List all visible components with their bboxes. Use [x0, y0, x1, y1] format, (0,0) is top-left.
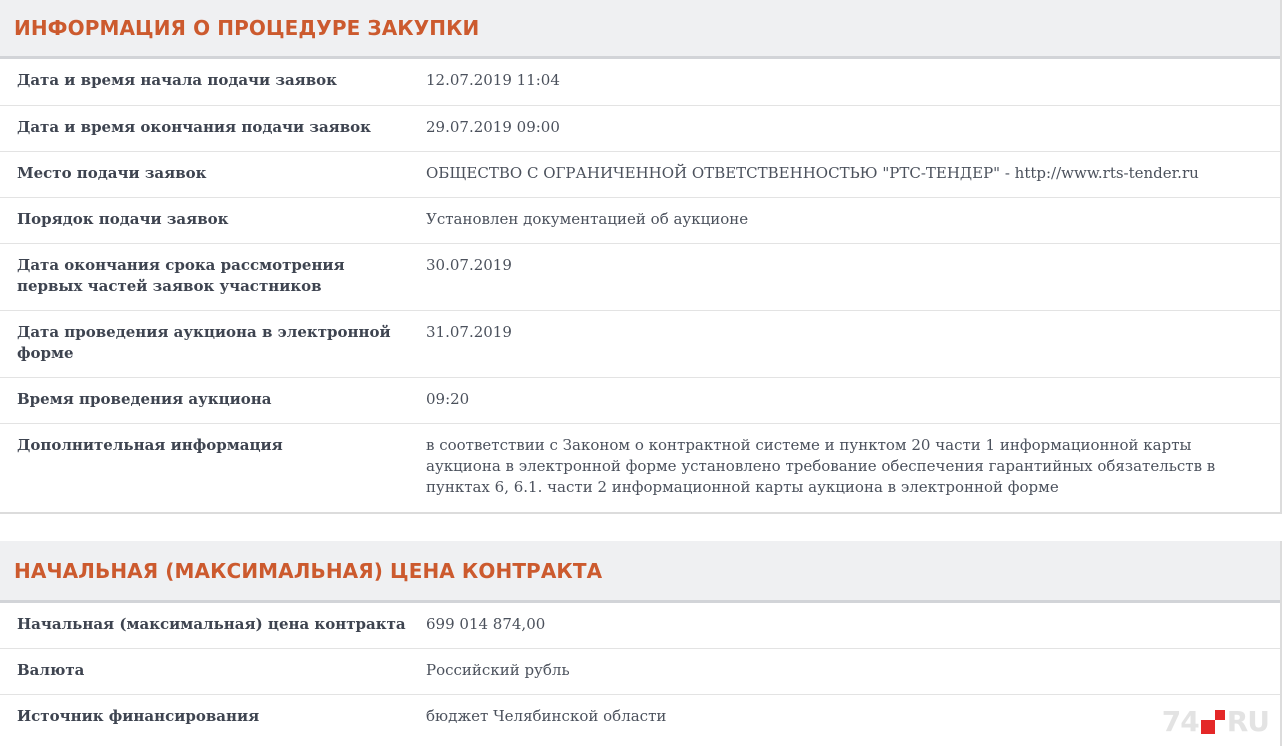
row-label: Дата окончания срока рассмотрения первых… [17, 256, 345, 295]
row-value: Российский рубль [426, 661, 570, 679]
table-row-start-date: Дата и время начала подачи заявок 12.07.… [0, 59, 1280, 106]
table-row-currency: Валюта Российский рубль [0, 649, 1280, 695]
row-value: ОБЩЕСТВО С ОГРАНИЧЕННОЙ ОТВЕТСТВЕННОСТЬЮ… [426, 164, 1199, 182]
row-value: 29.07.2019 09:00 [426, 118, 560, 136]
logo-squares-icon [1200, 709, 1225, 734]
procurement-info-section: ИНФОРМАЦИЯ О ПРОЦЕДУРЕ ЗАКУПКИ Дата и вр… [0, 0, 1282, 514]
row-value: 699 014 874,00 [426, 615, 546, 633]
table-row-funding: Источник финансирования бюджет Челябинск… [0, 695, 1280, 741]
row-value: 30.07.2019 [426, 256, 512, 274]
row-label: Источник финансирования [17, 707, 260, 725]
table-row-end-date: Дата и время окончания подачи заявок 29.… [0, 106, 1280, 152]
row-label: Дата и время начала подачи заявок [17, 71, 338, 89]
row-label: Дата проведения аукциона в электронной ф… [17, 323, 391, 362]
table-row-order: Порядок подачи заявок Установлен докумен… [0, 198, 1280, 244]
row-label: Время проведения аукциона [17, 390, 272, 408]
section-header: НАЧАЛЬНАЯ (МАКСИМАЛЬНАЯ) ЦЕНА КОНТРАКТА [0, 541, 1280, 603]
watermark-prefix: 74 [1161, 705, 1200, 738]
table-row-place: Место подачи заявок ОБЩЕСТВО С ОГРАНИЧЕН… [0, 152, 1280, 198]
row-label: Валюта [17, 661, 85, 679]
contract-price-section: НАЧАЛЬНАЯ (МАКСИМАЛЬНАЯ) ЦЕНА КОНТРАКТА … [0, 541, 1282, 746]
section-header: ИНФОРМАЦИЯ О ПРОЦЕДУРЕ ЗАКУПКИ [0, 0, 1280, 59]
site-watermark-logo: 74 RU [1161, 705, 1270, 738]
table-row-review-date: Дата окончания срока рассмотрения первых… [0, 244, 1280, 311]
row-value: бюджет Челябинской области [426, 707, 667, 725]
section-title: ИНФОРМАЦИЯ О ПРОЦЕДУРЕ ЗАКУПКИ [14, 16, 480, 40]
row-label: Место подачи заявок [17, 164, 207, 182]
row-value: 12.07.2019 11:04 [426, 71, 560, 89]
watermark-suffix: RU [1226, 705, 1270, 738]
table-row-auction-time: Время проведения аукциона 09:20 [0, 378, 1280, 424]
row-label: Начальная (максимальная) цена контракта [17, 615, 406, 633]
table-row-additional-info: Дополнительная информация в соответствии… [0, 424, 1280, 511]
row-value: в соответствии с Законом о контрактной с… [426, 436, 1216, 496]
table-row-price: Начальная (максимальная) цена контракта … [0, 603, 1280, 649]
row-label: Дата и время окончания подачи заявок [17, 118, 372, 136]
row-label: Порядок подачи заявок [17, 210, 229, 228]
section-title: НАЧАЛЬНАЯ (МАКСИМАЛЬНАЯ) ЦЕНА КОНТРАКТА [14, 558, 603, 583]
row-value: 09:20 [426, 390, 470, 408]
table-row-auction-date: Дата проведения аукциона в электронной ф… [0, 311, 1280, 378]
row-label: Дополнительная информация [17, 436, 283, 454]
row-value: 31.07.2019 [426, 323, 512, 341]
row-value: Установлен документацией об аукционе [426, 210, 749, 228]
